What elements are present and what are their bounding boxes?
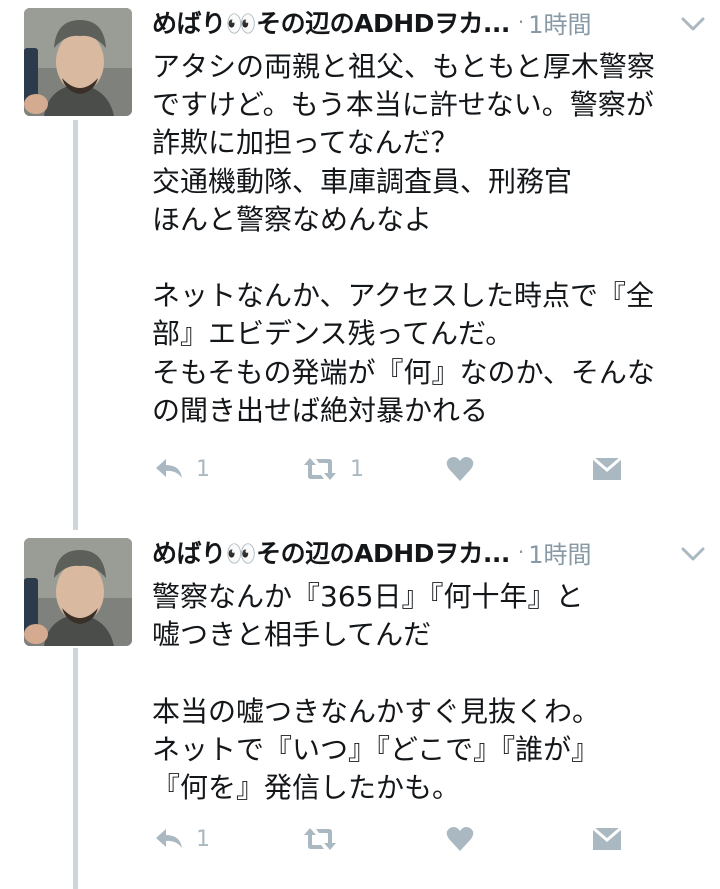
tweet-header: めばり👀その辺のADHDヲカ... · 1時間 bbox=[152, 4, 706, 40]
chevron-down-icon[interactable] bbox=[680, 14, 706, 34]
reply-button[interactable]: 1 bbox=[154, 456, 210, 482]
reply-icon bbox=[156, 459, 182, 478]
timestamp[interactable]: 1時間 bbox=[528, 5, 591, 40]
dm-button[interactable] bbox=[592, 826, 622, 852]
tweet-actions: 1 bbox=[152, 826, 632, 862]
heart-icon bbox=[446, 827, 474, 851]
tweet[interactable]: めばり👀その辺のADHDヲカ... · 1時間 アタシの両親と祖父、もともと厚木… bbox=[0, 0, 720, 520]
like-button[interactable] bbox=[446, 456, 474, 482]
timestamp[interactable]: 1時間 bbox=[528, 535, 591, 570]
avatar[interactable] bbox=[24, 8, 132, 116]
reply-count: 1 bbox=[196, 456, 210, 482]
tweet-actions: 1 1 bbox=[152, 456, 632, 492]
reply-count: 1 bbox=[196, 826, 210, 852]
avatar-photo-icon bbox=[24, 8, 132, 116]
reply-button[interactable]: 1 bbox=[154, 826, 210, 852]
heart-icon bbox=[446, 457, 474, 481]
time-separator: · bbox=[517, 540, 525, 564]
tweet-text: 警察なんか『365日』『何十年』と 嘘つきと相手してんだ 本当の嘘つきなんかすぐ… bbox=[152, 580, 601, 805]
like-button[interactable] bbox=[446, 826, 474, 852]
author-name[interactable]: めばり👀その辺のADHDヲカ... bbox=[152, 534, 510, 570]
retweet-button[interactable] bbox=[302, 826, 350, 852]
tweet[interactable]: めばり👀その辺のADHDヲカ... · 1時間 警察なんか『365日』『何十年』… bbox=[0, 530, 720, 889]
avatar-photo-icon bbox=[24, 538, 132, 646]
envelope-icon bbox=[592, 826, 622, 850]
tweet-header: めばり👀その辺のADHDヲカ... · 1時間 bbox=[152, 534, 706, 570]
retweet-icon bbox=[304, 828, 336, 850]
chevron-down-icon[interactable] bbox=[680, 544, 706, 564]
dm-button[interactable] bbox=[592, 456, 622, 482]
reply-icon bbox=[156, 829, 182, 848]
avatar[interactable] bbox=[24, 538, 132, 646]
retweet-button[interactable]: 1 bbox=[302, 456, 364, 482]
author-name[interactable]: めばり👀その辺のADHDヲカ... bbox=[152, 4, 510, 40]
time-separator: · bbox=[517, 10, 525, 34]
envelope-icon bbox=[592, 456, 622, 480]
tweet-text: アタシの両親と祖父、もともと厚木警察 ですけど。もう本当に許せない。警察が 詐欺… bbox=[152, 50, 655, 427]
retweet-count: 1 bbox=[350, 456, 364, 482]
retweet-icon bbox=[304, 458, 336, 480]
